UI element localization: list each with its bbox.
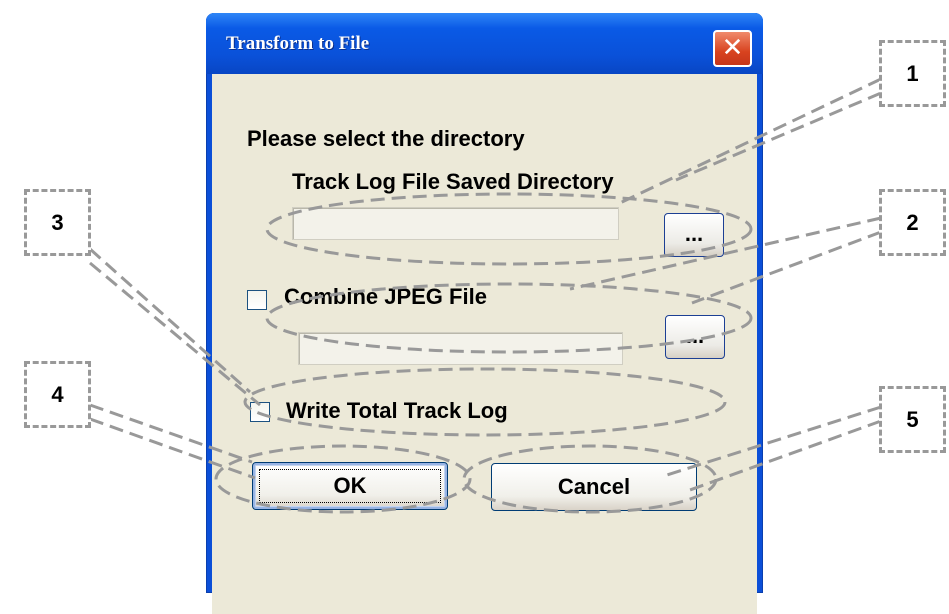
callout-1: 1 — [879, 40, 946, 107]
callout-1-ellipse — [265, 192, 753, 266]
callout-4-leader — [89, 403, 256, 480]
callout-5-number: 5 — [906, 407, 919, 432]
callout-5: 5 — [879, 386, 946, 453]
callout-3-leader — [89, 247, 261, 407]
callout-3-number: 3 — [51, 210, 64, 235]
callout-2-number: 2 — [906, 210, 919, 235]
callout-3-ellipse — [243, 367, 727, 437]
callout-2-ellipse — [265, 282, 753, 354]
callout-1-number: 1 — [906, 61, 919, 86]
callout-2: 2 — [879, 189, 946, 256]
callout-2-leader — [569, 216, 882, 305]
annotation-overlay — [89, 77, 882, 514]
callout-3: 3 — [24, 189, 91, 256]
callout-5-leader — [666, 405, 882, 492]
callout-4-number: 4 — [51, 382, 64, 407]
callout-1-leader — [619, 77, 882, 205]
callout-4: 4 — [24, 361, 91, 428]
callout-5-ellipse — [462, 444, 718, 514]
